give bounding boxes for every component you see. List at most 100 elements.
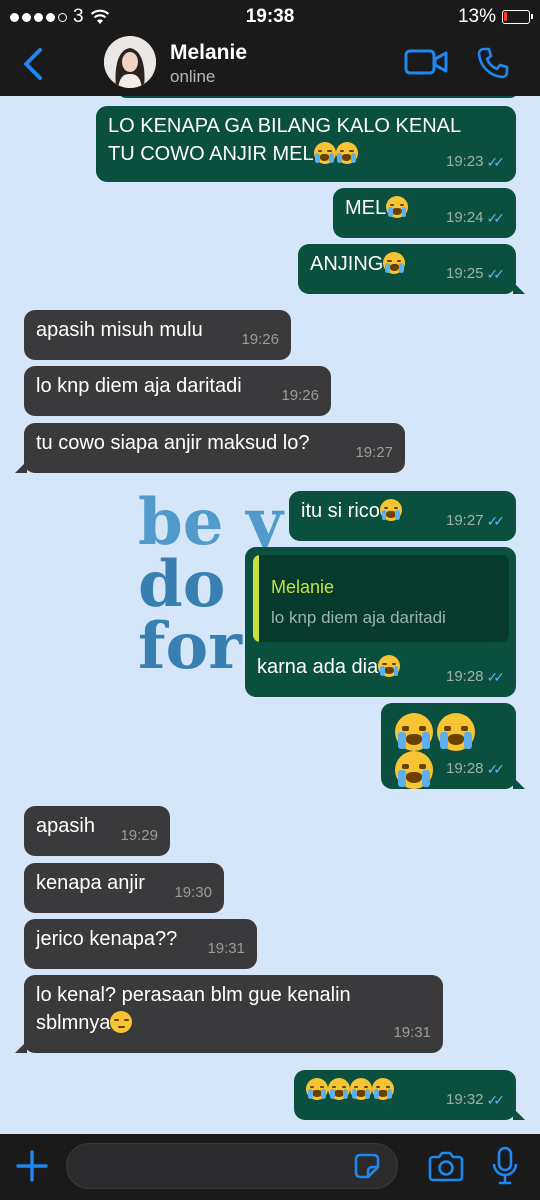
message-time: 19:26 xyxy=(241,331,279,348)
loudly-crying-face-icon xyxy=(335,142,358,164)
contact-name[interactable]: Melanie xyxy=(170,41,247,65)
message-meta: 19:30 xyxy=(174,879,212,907)
message-text: TU COWO ANJIR MEL xyxy=(108,142,358,165)
thinking-face-icon xyxy=(110,1011,133,1033)
quoted-message[interactable]: Melanie lo knp diem aja daritadi xyxy=(253,555,509,642)
attach-button[interactable] xyxy=(14,1148,50,1189)
message-time: 19:24 xyxy=(445,209,484,226)
quoted-author: Melanie xyxy=(271,577,335,597)
message-meta: 19:28 ✓✓ xyxy=(446,663,505,691)
voice-message-button[interactable] xyxy=(492,1146,518,1191)
battery-percent: 13% xyxy=(457,6,496,27)
back-button[interactable] xyxy=(18,46,48,87)
message-text: kenapa anjir xyxy=(36,872,145,894)
message-text: sblmnya xyxy=(36,1011,133,1034)
message-text: karna ada dia xyxy=(257,653,401,681)
message-outgoing[interactable]: MEL 19:24 ✓✓ xyxy=(333,188,516,238)
message-time: 19:32 xyxy=(445,1091,484,1108)
message-meta: 19:25 ✓✓ xyxy=(445,260,506,288)
plus-icon xyxy=(16,1150,48,1182)
message-meta: 19:32 ✓✓ xyxy=(445,1086,505,1114)
avatar-image xyxy=(104,36,156,88)
quote-accent-bar xyxy=(253,555,259,642)
message-meta: 19:31 xyxy=(393,1019,431,1047)
loudly-crying-face-icon xyxy=(395,751,433,789)
sticker-button[interactable] xyxy=(352,1151,382,1186)
loudly-crying-face-icon xyxy=(372,1078,394,1100)
bubble-tail xyxy=(513,777,525,789)
message-incoming[interactable]: jerico kenapa?? 19:31 xyxy=(24,919,257,969)
chat-header: Melanie online xyxy=(0,34,540,96)
message-meta: 19:31 xyxy=(207,935,245,963)
message-outgoing[interactable]: LO KENAPA GA BILANG KALO KENAL TU COWO A… xyxy=(96,106,516,182)
bubble-tail xyxy=(15,1041,27,1053)
message-meta: 19:28 ✓✓ xyxy=(445,755,506,783)
message-incoming[interactable]: kenapa anjir 19:30 xyxy=(24,863,224,913)
loudly-crying-face-icon xyxy=(386,196,409,218)
message-time: 19:28 xyxy=(445,760,484,777)
chat-area[interactable]: be y do for LO KENAPA GA BILANG KALO KEN… xyxy=(0,96,540,1134)
message-incoming[interactable]: apasih 19:29 xyxy=(24,806,170,856)
message-time: 19:27 xyxy=(355,444,393,461)
message-text: MEL xyxy=(345,196,409,219)
message-outgoing-reply[interactable]: Melanie lo knp diem aja daritadi karna a… xyxy=(245,547,516,697)
read-receipt-icon: ✓✓ xyxy=(486,154,506,170)
sticker-icon xyxy=(354,1153,380,1179)
message-time: 19:31 xyxy=(393,1024,431,1041)
bubble-tail xyxy=(513,282,525,294)
message-time: 19:26 xyxy=(281,387,319,404)
loudly-crying-face-icon xyxy=(328,1078,350,1100)
camera-icon xyxy=(428,1151,464,1182)
message-field[interactable] xyxy=(66,1143,398,1189)
video-call-button[interactable] xyxy=(404,48,448,81)
avatar[interactable] xyxy=(104,36,156,88)
message-meta: 19:27 xyxy=(355,439,393,467)
message-text: LO KENAPA GA BILANG KALO KENAL xyxy=(108,115,462,137)
message-text: itu si rico xyxy=(301,499,402,522)
message-time: 19:31 xyxy=(207,940,245,957)
message-text: jerico kenapa?? xyxy=(36,928,178,950)
message-meta: 19:27 ✓✓ xyxy=(446,507,506,535)
message-incoming[interactable]: lo knp diem aja daritadi 19:26 xyxy=(24,366,331,416)
message-time: 19:30 xyxy=(174,884,212,901)
read-receipt-icon: ✓✓ xyxy=(486,266,506,282)
message-outgoing[interactable]: itu si rico 19:27 ✓✓ xyxy=(289,491,516,541)
voice-call-button[interactable] xyxy=(476,46,510,85)
message-outgoing[interactable]: ANJING 19:25 ✓✓ xyxy=(298,244,525,294)
camera-button[interactable] xyxy=(427,1151,465,1188)
video-camera-icon xyxy=(404,49,448,75)
loudly-crying-face-icon xyxy=(306,1078,328,1100)
message-outgoing[interactable]: 19:28 ✓✓ xyxy=(381,703,525,789)
message-incoming[interactable]: lo kenal? perasaan blm gue kenalin sblmn… xyxy=(15,975,443,1053)
quoted-text: lo knp diem aja daritadi xyxy=(271,608,446,627)
bubble-tail xyxy=(15,461,27,473)
message-text: tu cowo siapa anjir maksud lo? xyxy=(36,432,310,454)
message-incoming[interactable]: apasih misuh mulu 19:26 xyxy=(24,310,291,360)
message-emoji-row xyxy=(306,1078,394,1101)
previous-message-edge xyxy=(118,96,518,98)
message-time: 19:29 xyxy=(120,827,158,844)
message-outgoing[interactable]: 19:32 ✓✓ xyxy=(294,1070,525,1120)
battery-icon xyxy=(502,10,533,24)
message-meta: 19:23 ✓✓ xyxy=(445,148,506,176)
message-time: 19:23 xyxy=(445,153,484,170)
message-meta: 19:26 xyxy=(241,326,279,354)
loudly-crying-face-icon xyxy=(383,252,406,274)
message-text: ANJING xyxy=(310,252,406,275)
read-receipt-icon: ✓✓ xyxy=(486,761,506,777)
loudly-crying-face-icon xyxy=(378,655,401,677)
bubble-tail xyxy=(513,1108,525,1120)
status-bar: 3 19:38 13% xyxy=(0,0,540,34)
read-receipt-icon: ✓✓ xyxy=(486,513,506,529)
message-meta: 19:26 xyxy=(281,382,319,410)
message-input[interactable] xyxy=(81,1152,341,1180)
chevron-left-icon xyxy=(24,48,42,80)
message-incoming[interactable]: tu cowo siapa anjir maksud lo? 19:27 xyxy=(15,423,405,473)
wallpaper-line: be y xyxy=(138,485,283,560)
loudly-crying-face-icon xyxy=(350,1078,372,1100)
message-text: lo kenal? perasaan blm gue kenalin xyxy=(36,984,351,1006)
message-text: apasih xyxy=(36,815,95,837)
microphone-icon xyxy=(492,1146,518,1185)
message-time: 19:25 xyxy=(445,265,484,282)
loudly-crying-face-icon xyxy=(437,713,475,751)
